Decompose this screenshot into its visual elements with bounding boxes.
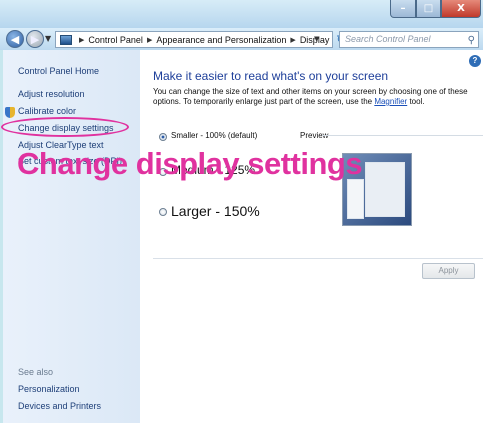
- description-text: You can change the size of text and othe…: [153, 87, 481, 107]
- shield-icon: [5, 107, 15, 118]
- forward-button[interactable]: ▶: [26, 30, 44, 48]
- description-end: tool.: [407, 97, 425, 106]
- sidebar-item-adjust-resolution[interactable]: Adjust resolution: [18, 89, 85, 99]
- address-bar[interactable]: ▶ Control Panel ▶ Appearance and Persona…: [55, 31, 333, 48]
- recent-pages-dropdown[interactable]: ▼: [45, 34, 51, 43]
- sidebar-item-devices-and-printers[interactable]: Devices and Printers: [18, 401, 101, 411]
- see-also-heading: See also: [18, 367, 54, 377]
- chevron-right-icon[interactable]: ▶: [147, 36, 152, 44]
- overlay-caption: Change display settings: [17, 146, 363, 181]
- close-button[interactable]: X: [441, 0, 481, 18]
- highlight-ellipse: [1, 117, 129, 137]
- divider: [153, 258, 483, 259]
- main-panel: ? Make it easier to read what's on your …: [147, 50, 483, 423]
- preview-divider: [322, 135, 483, 136]
- control-panel-window: – □ X ◀ ▶ ▼ ▶ Control Panel ▶ Appearance…: [0, 0, 483, 423]
- option-label-smaller[interactable]: Smaller - 100% (default): [171, 131, 257, 140]
- back-button[interactable]: ◀: [6, 30, 24, 48]
- address-dropdown-icon[interactable]: ▼: [314, 35, 319, 43]
- chevron-right-icon[interactable]: ▶: [79, 36, 84, 44]
- sidebar-item-personalization[interactable]: Personalization: [18, 384, 80, 394]
- chevron-right-icon[interactable]: ▶: [290, 36, 295, 44]
- search-input[interactable]: Search Control Panel ⚲: [339, 31, 479, 48]
- preview-window: [365, 162, 405, 217]
- window-controls: – □ X: [390, 0, 481, 18]
- option-label-larger[interactable]: Larger - 150%: [171, 203, 260, 219]
- radio-smaller[interactable]: [159, 133, 167, 141]
- control-panel-icon: [60, 34, 72, 45]
- sidebar: Control Panel Home Adjust resolution Cal…: [1, 50, 140, 423]
- page-title: Make it easier to read what's on your sc…: [153, 69, 389, 83]
- title-bar: – □ X: [0, 0, 483, 28]
- apply-button[interactable]: Apply: [422, 263, 475, 279]
- magnifier-link[interactable]: Magnifier: [374, 97, 407, 106]
- help-icon[interactable]: ?: [469, 55, 481, 67]
- preview-window: [347, 179, 364, 219]
- sidebar-item-calibrate-color[interactable]: Calibrate color: [18, 106, 76, 116]
- breadcrumb-appearance[interactable]: Appearance and Personalization: [156, 35, 286, 45]
- radio-larger[interactable]: [159, 208, 167, 216]
- content-area: Control Panel Home Adjust resolution Cal…: [1, 50, 483, 423]
- maximize-button[interactable]: □: [416, 0, 441, 18]
- navigation-bar: ◀ ▶ ▼ ▶ Control Panel ▶ Appearance and P…: [0, 28, 483, 50]
- sidebar-item-control-panel-home[interactable]: Control Panel Home: [18, 66, 99, 76]
- minimize-button[interactable]: –: [390, 0, 416, 18]
- search-icon[interactable]: ⚲: [468, 33, 475, 48]
- breadcrumb-control-panel[interactable]: Control Panel: [88, 35, 143, 45]
- search-placeholder: Search Control Panel: [345, 34, 431, 44]
